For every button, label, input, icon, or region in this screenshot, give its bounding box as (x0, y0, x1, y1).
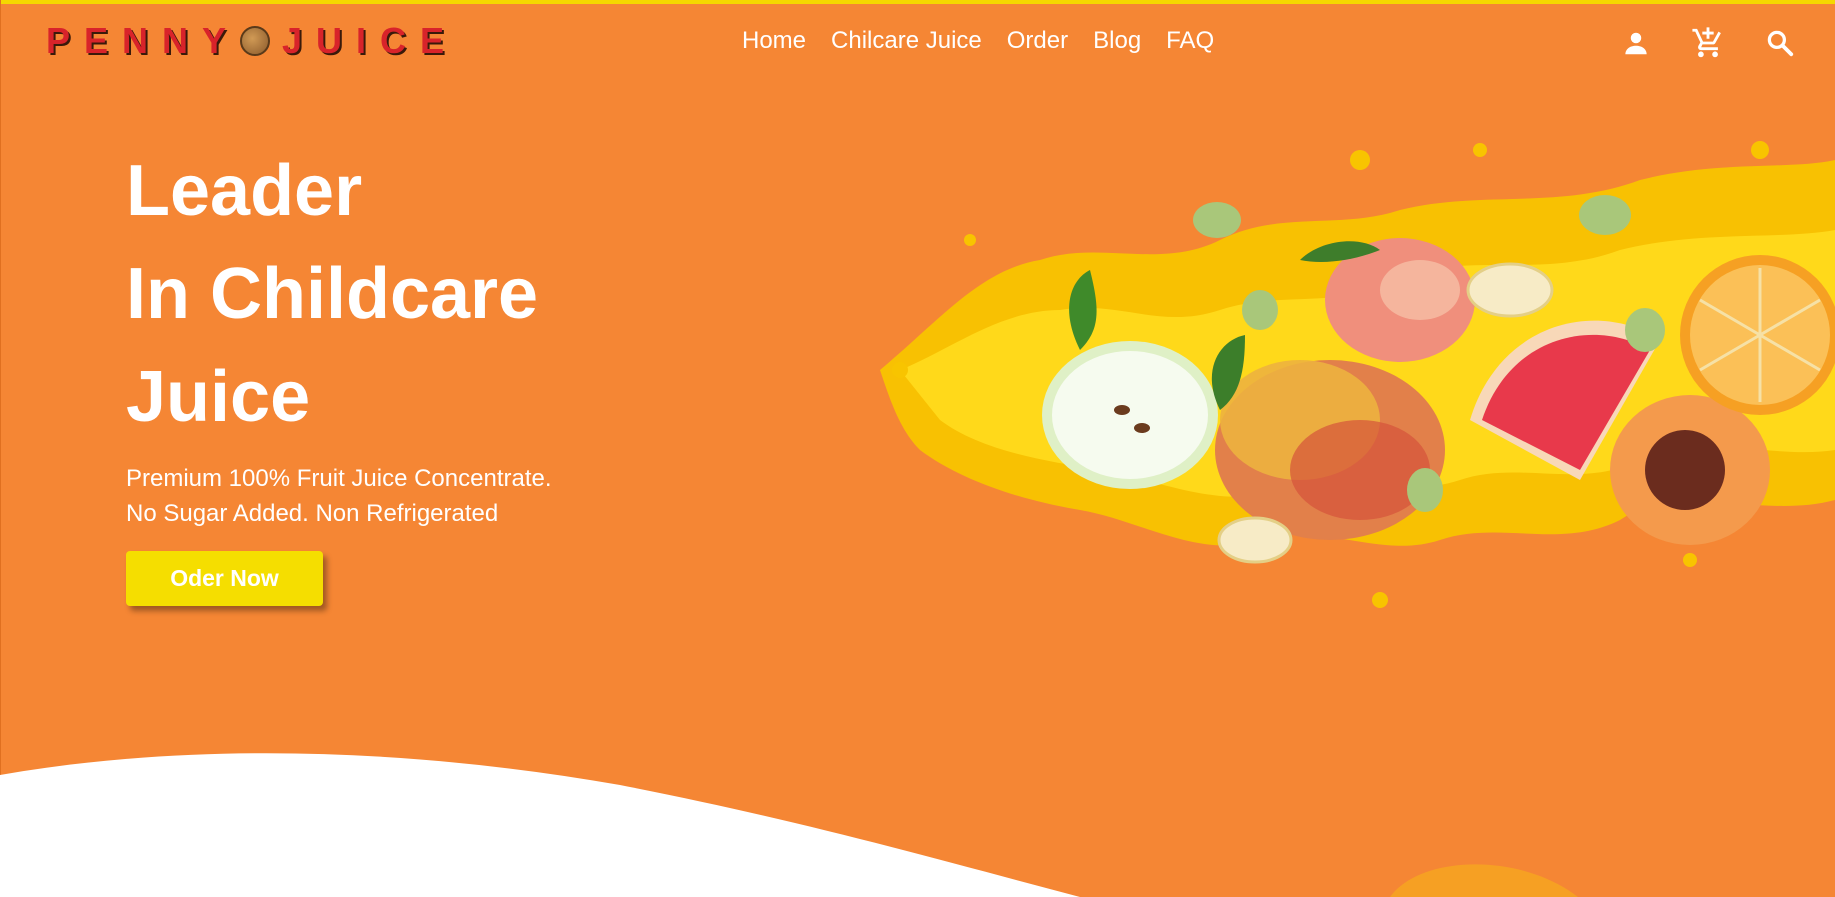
main-nav: Home Chilcare Juice Order Blog FAQ (742, 24, 1239, 58)
hero-title-line: Juice (126, 357, 311, 437)
order-now-button[interactable]: Oder Now (126, 551, 323, 606)
nav-item-childcare-juice[interactable]: Chilcare Juice (831, 24, 982, 58)
nav-item-blog[interactable]: Blog (1093, 24, 1141, 58)
penny-coin-icon (240, 26, 271, 56)
nav-item-faq[interactable]: FAQ (1166, 24, 1214, 58)
brand-name-right: JUICE (282, 20, 459, 61)
hero-subtitle-line: Premium 100% Fruit Juice Concentrate. (126, 465, 552, 492)
brand-logo[interactable]: PENNY JUICE (46, 20, 458, 62)
account-icon[interactable] (1621, 28, 1651, 58)
top-accent-bar (0, 0, 1835, 4)
section-wave-divider (0, 753, 1578, 897)
hero-title-line: Leader (126, 151, 363, 231)
add-to-cart-icon[interactable] (1691, 26, 1725, 60)
nav-item-home[interactable]: Home (742, 24, 806, 58)
hero-subtitle: Premium 100% Fruit Juice Concentrate. No… (126, 461, 552, 531)
header-icons (1621, 26, 1795, 60)
fruit-splash-illustration (880, 141, 1835, 608)
hero-title: Leader In Childcare Juice (126, 140, 538, 449)
hero-subtitle-line: No Sugar Added. Non Refrigerated (126, 500, 499, 527)
hero-title-line: In Childcare (126, 254, 539, 334)
brand-name-left: PENNY (46, 20, 241, 61)
search-icon[interactable] (1765, 28, 1795, 58)
nav-item-order[interactable]: Order (1007, 24, 1068, 58)
